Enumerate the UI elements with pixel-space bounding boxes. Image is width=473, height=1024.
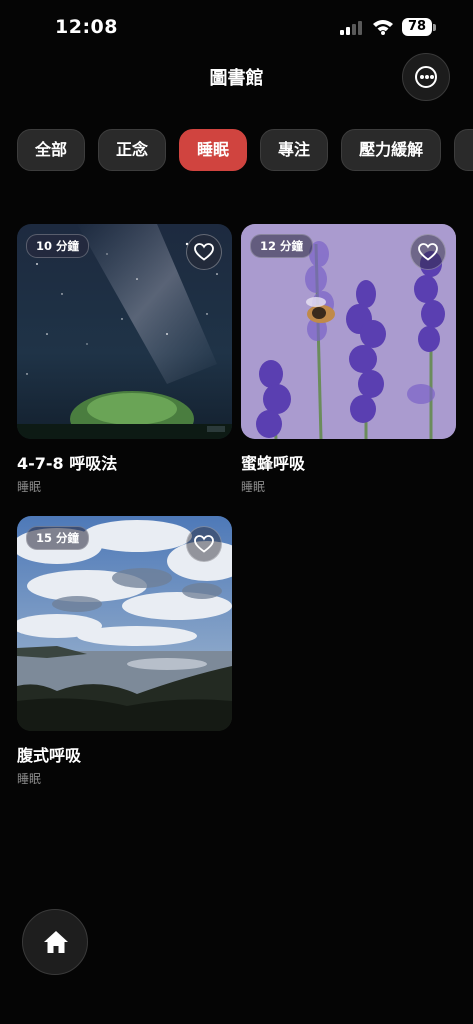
heart-icon	[418, 243, 438, 261]
filter-chip-more[interactable]	[454, 129, 473, 171]
duration-badge: 12 分鐘	[250, 234, 314, 258]
filter-chip-sleep[interactable]: 睡眠	[179, 129, 248, 171]
session-title: 腹式呼吸	[17, 746, 82, 765]
more-options-button[interactable]	[402, 53, 450, 101]
heart-icon	[194, 243, 214, 261]
battery-indicator: 78	[402, 18, 432, 36]
session-card[interactable]: 15 分鐘 腹式呼吸 睡眠	[17, 516, 232, 787]
filter-chip-stress-relief[interactable]: 壓力緩解	[341, 129, 442, 171]
favorite-button[interactable]	[186, 234, 222, 270]
session-thumbnail: 10 分鐘	[17, 224, 232, 439]
status-time: 12:08	[55, 16, 118, 38]
favorite-button[interactable]	[410, 234, 446, 270]
session-card[interactable]: 10 分鐘 4-7-8 呼吸法 睡眠	[17, 224, 232, 495]
duration-badge: 15 分鐘	[26, 526, 90, 550]
battery-cap	[433, 24, 436, 31]
filter-chip-mindfulness[interactable]: 正念	[98, 129, 167, 171]
filter-chip-all[interactable]: 全部	[17, 129, 86, 171]
home-button[interactable]	[22, 909, 88, 975]
heart-icon	[194, 535, 214, 553]
session-title: 4-7-8 呼吸法	[17, 454, 118, 473]
session-category: 睡眠	[17, 772, 42, 786]
session-category: 睡眠	[241, 480, 266, 494]
home-icon	[44, 931, 68, 953]
favorite-button[interactable]	[186, 526, 222, 562]
filter-chip-focus[interactable]: 專注	[260, 129, 329, 171]
signal-icon	[340, 21, 366, 35]
session-title: 蜜蜂呼吸	[241, 454, 306, 473]
wifi-icon	[373, 20, 393, 35]
session-card[interactable]: 12 分鐘 蜜蜂呼吸 睡眠	[241, 224, 456, 495]
status-bar: 12:08 78	[0, 0, 473, 56]
category-filter-row: 全部 正念 睡眠 專注 壓力緩解	[17, 129, 473, 173]
duration-badge: 10 分鐘	[26, 234, 90, 258]
session-thumbnail: 12 分鐘	[241, 224, 456, 439]
session-thumbnail: 15 分鐘	[17, 516, 232, 731]
session-category: 睡眠	[17, 480, 42, 494]
